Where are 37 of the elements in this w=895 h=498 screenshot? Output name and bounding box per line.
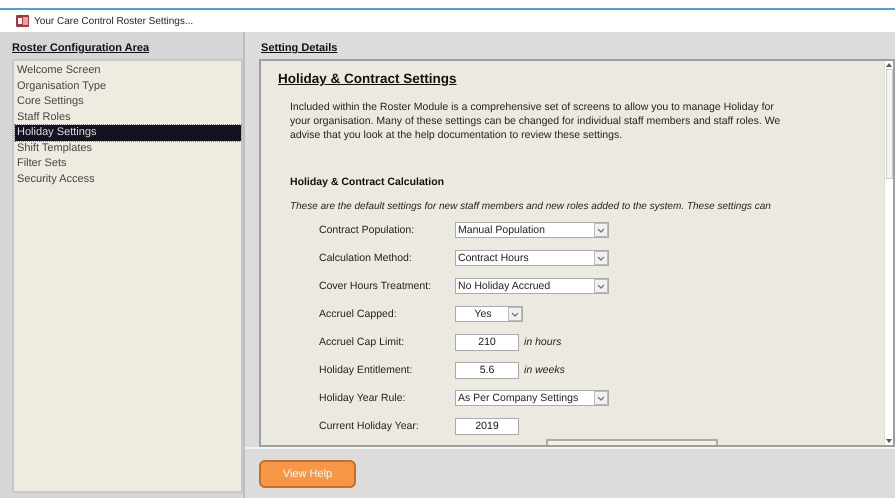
dropdown-field[interactable]: No Holiday Accrued (455, 278, 609, 294)
app-icon (16, 15, 29, 27)
field-label: Accruel Capped: (319, 308, 398, 320)
sidebar-item[interactable]: Holiday Settings (15, 125, 241, 140)
scrollbar[interactable] (884, 61, 893, 445)
sidebar-heading: Roster Configuration Area (12, 41, 150, 56)
unit-label: in hours (524, 336, 562, 348)
unit-label: in weeks (524, 364, 565, 376)
field-label: Cover Hours Treatment: (319, 280, 432, 292)
field-label: Accruel Cap Limit: (319, 336, 406, 348)
field-label: Current Holiday Year: (319, 420, 420, 432)
sidebar-item[interactable]: Welcome Screen (15, 63, 241, 78)
sidebar-item[interactable]: Shift Templates (15, 140, 241, 156)
field-label: Holiday Year Rule: (319, 392, 406, 404)
dropdown-field[interactable]: Yes (455, 306, 523, 322)
sidebar-item[interactable]: Security Access (15, 172, 241, 187)
section-title: Holiday & Contract Settings (278, 71, 458, 86)
intro-text: Included within the Roster Module is a comprehensive set of screens to allow you to manage Holiday for your organisation. Many of these settings can be changed for individual staff members and staff roles. We advise that you look at the help documentation to review these settings. (290, 100, 782, 142)
dropdown-field[interactable]: As Per Company Settings (455, 390, 609, 406)
sidebar-item[interactable]: Filter Sets (15, 156, 241, 172)
input-field[interactable]: 5.6 (455, 362, 519, 378)
field-label: Calculation Method: (319, 252, 413, 264)
sidebar-item[interactable]: Staff Roles (15, 110, 241, 125)
field-label: Contract Population: (319, 224, 416, 236)
sidebar-item[interactable]: Core Settings (15, 94, 241, 110)
scroll-thumb[interactable] (886, 69, 892, 179)
section-heading: Holiday & Contract Calculation (290, 176, 446, 188)
field-label: Holiday Entitlement: (319, 364, 414, 376)
note-text: These are the default settings for new staff members and new roles added to the system. These settings can (290, 200, 772, 214)
input-field[interactable]: 2019 (455, 418, 519, 434)
scroll-down-icon[interactable] (885, 437, 893, 445)
details-heading: Setting Details (260, 41, 338, 56)
input-field[interactable]: 210 (455, 334, 519, 350)
dropdown-field[interactable]: Manual Population (455, 222, 609, 238)
sidebar-item[interactable]: Organisation Type (15, 78, 241, 94)
window-title: Your Care Control Roster Settings... (34, 16, 194, 26)
dropdown-field[interactable]: Contract Hours (455, 250, 609, 266)
